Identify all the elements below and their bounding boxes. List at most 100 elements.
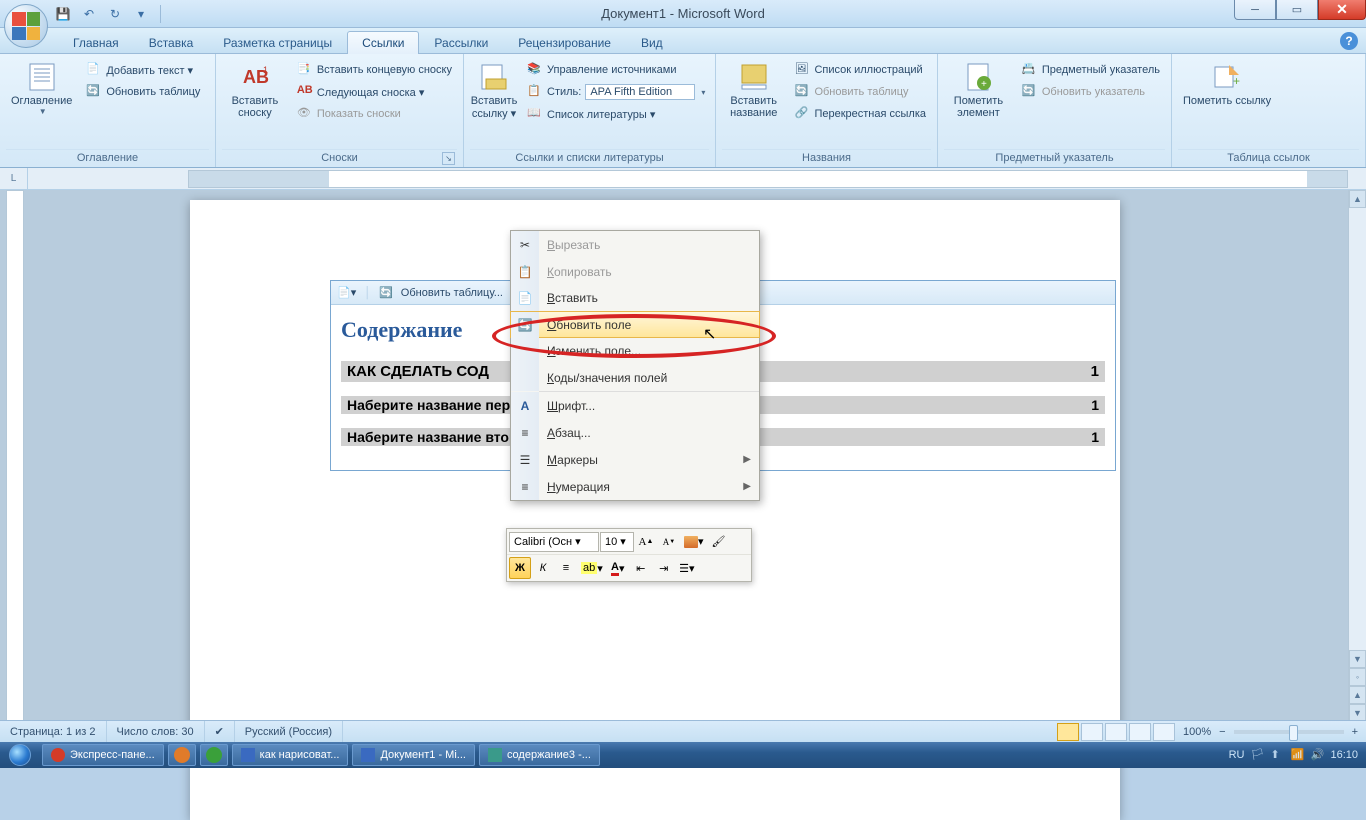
- tab-review[interactable]: Рецензирование: [503, 31, 626, 54]
- shrink-font-button[interactable]: A▼: [658, 531, 680, 553]
- add-text-button[interactable]: 📄Добавить текст ▾: [81, 60, 205, 80]
- task-item[interactable]: [200, 744, 228, 766]
- ctx-font[interactable]: AШрифт...: [511, 392, 759, 419]
- ctx-edit-field[interactable]: Изменить поле...: [511, 337, 759, 364]
- format-painter-button[interactable]: 🖌: [708, 531, 730, 553]
- mini-font-combo[interactable]: Calibri (Осн ▾: [509, 532, 599, 552]
- office-button[interactable]: [4, 4, 48, 48]
- view-print-layout[interactable]: [1057, 723, 1079, 741]
- font-icon: A: [521, 399, 530, 413]
- start-button[interactable]: [0, 742, 40, 768]
- window-title: Документ1 - Microsoft Word: [0, 6, 1366, 21]
- insert-footnote-button[interactable]: AB1 Вставить сноску: [222, 58, 288, 149]
- tab-layout[interactable]: Разметка страницы: [208, 31, 347, 54]
- copy-icon: 📋: [518, 265, 533, 279]
- mini-size-combo[interactable]: 10 ▾: [600, 532, 634, 552]
- bold-button[interactable]: Ж: [509, 557, 531, 579]
- status-words[interactable]: Число слов: 30: [107, 721, 205, 742]
- insert-endnote-button[interactable]: 📑Вставить концевую сноску: [292, 60, 457, 80]
- italic-button[interactable]: К: [532, 557, 554, 579]
- toc-button[interactable]: Оглавление ▼: [6, 58, 77, 149]
- show-footnotes-button[interactable]: 👁Показать сноски: [292, 104, 457, 124]
- decrease-indent-button[interactable]: ⇤: [630, 557, 652, 579]
- update-index-button[interactable]: 🔄Обновить указатель: [1017, 82, 1165, 102]
- ctx-numbering[interactable]: ≡Нумерация▶: [511, 473, 759, 500]
- tray-flag-icon[interactable]: 🏳: [1250, 748, 1264, 762]
- ctx-bullets[interactable]: ☰Маркеры▶: [511, 446, 759, 473]
- qat-customize[interactable]: ▾: [130, 3, 152, 25]
- toc-header-label[interactable]: Обновить таблицу...: [401, 287, 503, 299]
- mini-styles-button[interactable]: ▾: [681, 531, 707, 553]
- mark-citation-button[interactable]: + Пометить ссылку: [1178, 58, 1276, 149]
- zoom-level[interactable]: 100%: [1183, 726, 1211, 738]
- ribbon-tabs: Главная Вставка Разметка страницы Ссылки…: [0, 28, 1366, 54]
- citation-style[interactable]: 📋Стиль: APA Fifth Edition▾: [522, 82, 710, 102]
- insert-caption-button[interactable]: Вставить название: [722, 58, 785, 149]
- tab-references[interactable]: Ссылки: [347, 31, 419, 54]
- tray-updates-icon[interactable]: ⬆: [1270, 748, 1284, 762]
- zoom-slider[interactable]: [1234, 730, 1344, 734]
- group-footnotes-label: Сноски↘: [222, 149, 457, 167]
- increase-indent-button[interactable]: ⇥: [653, 557, 675, 579]
- tab-mailings[interactable]: Рассылки: [419, 31, 503, 54]
- zoom-out-button[interactable]: −: [1219, 726, 1225, 738]
- tray-volume-icon[interactable]: 🔊: [1310, 748, 1324, 762]
- ctx-cut[interactable]: ✂Вырезать: [511, 231, 759, 258]
- insert-index-button[interactable]: 📇Предметный указатель: [1017, 60, 1165, 80]
- zoom-in-button[interactable]: +: [1352, 726, 1358, 738]
- status-language[interactable]: Русский (Россия): [235, 721, 343, 742]
- task-item[interactable]: [168, 744, 196, 766]
- close-button[interactable]: ✕: [1318, 0, 1366, 20]
- next-footnote-button[interactable]: ABСледующая сноска ▾: [292, 82, 457, 102]
- qat-undo[interactable]: ↶: [78, 3, 100, 25]
- view-full-screen[interactable]: [1081, 723, 1103, 741]
- cross-reference-button[interactable]: 🔗Перекрестная ссылка: [789, 104, 931, 124]
- tray-clock[interactable]: 16:10: [1330, 749, 1358, 761]
- ctx-copy[interactable]: 📋Копировать: [511, 258, 759, 285]
- list-of-figures-button[interactable]: 🖼Список иллюстраций: [789, 60, 931, 80]
- tray-network-icon[interactable]: 📶: [1290, 748, 1304, 762]
- task-item[interactable]: Документ1 - Mi...: [352, 744, 474, 766]
- toc-update-icon[interactable]: 🔄: [379, 286, 393, 299]
- help-button[interactable]: ?: [1340, 32, 1358, 50]
- tray-lang[interactable]: RU: [1229, 749, 1245, 761]
- horizontal-ruler[interactable]: L: [0, 168, 1366, 190]
- tab-view[interactable]: Вид: [626, 31, 678, 54]
- update-figures-button[interactable]: 🔄Обновить таблицу: [789, 82, 931, 102]
- view-web-layout[interactable]: [1105, 723, 1127, 741]
- status-proofing[interactable]: ✔: [205, 721, 235, 742]
- ruler-corner[interactable]: L: [0, 168, 28, 189]
- vertical-ruler[interactable]: [6, 190, 24, 724]
- manage-sources-button[interactable]: 📚Управление источниками: [522, 60, 710, 80]
- minimize-button[interactable]: ─: [1234, 0, 1276, 20]
- task-item[interactable]: как нарисоват...: [232, 744, 349, 766]
- update-table-button[interactable]: 🔄Обновить таблицу: [81, 82, 205, 102]
- mark-entry-button[interactable]: + Пометить элемент: [944, 58, 1013, 149]
- maximize-button[interactable]: ▭: [1276, 0, 1318, 20]
- qat-redo[interactable]: ↻: [104, 3, 126, 25]
- highlight-button[interactable]: ab▾: [578, 557, 606, 579]
- vertical-scrollbar[interactable]: ▲ ▼ ◦ ▲ ▼: [1348, 190, 1366, 724]
- grow-font-button[interactable]: A▲: [635, 531, 657, 553]
- mini-bullets-button[interactable]: ☰▾: [676, 557, 698, 579]
- view-draft[interactable]: [1153, 723, 1175, 741]
- view-outline[interactable]: [1129, 723, 1151, 741]
- cut-icon: ✂: [520, 238, 530, 252]
- qat-save[interactable]: 💾: [52, 3, 74, 25]
- tab-home[interactable]: Главная: [58, 31, 134, 54]
- insert-citation-button[interactable]: Вставить ссылку ▾: [470, 58, 518, 149]
- ctx-update-field[interactable]: 🔄Обновить поле: [510, 311, 760, 338]
- group-index-label: Предметный указатель: [944, 149, 1165, 167]
- bibliography-button[interactable]: 📖Список литературы ▾: [522, 104, 710, 124]
- ctx-paste[interactable]: 📄Вставить: [511, 285, 759, 312]
- footnotes-launcher[interactable]: ↘: [442, 152, 455, 165]
- center-button[interactable]: ≡: [555, 557, 577, 579]
- ctx-toggle-codes[interactable]: Коды/значения полей: [511, 364, 759, 391]
- tab-insert[interactable]: Вставка: [134, 31, 209, 54]
- font-color-button[interactable]: A▾: [607, 557, 629, 579]
- status-page[interactable]: Страница: 1 из 2: [0, 721, 107, 742]
- ctx-paragraph[interactable]: ≡Абзац...: [511, 419, 759, 446]
- task-item[interactable]: содержание3 -...: [479, 744, 600, 766]
- task-item[interactable]: Экспресс-пане...: [42, 744, 164, 766]
- toc-select-icon[interactable]: 📄▾: [337, 286, 356, 299]
